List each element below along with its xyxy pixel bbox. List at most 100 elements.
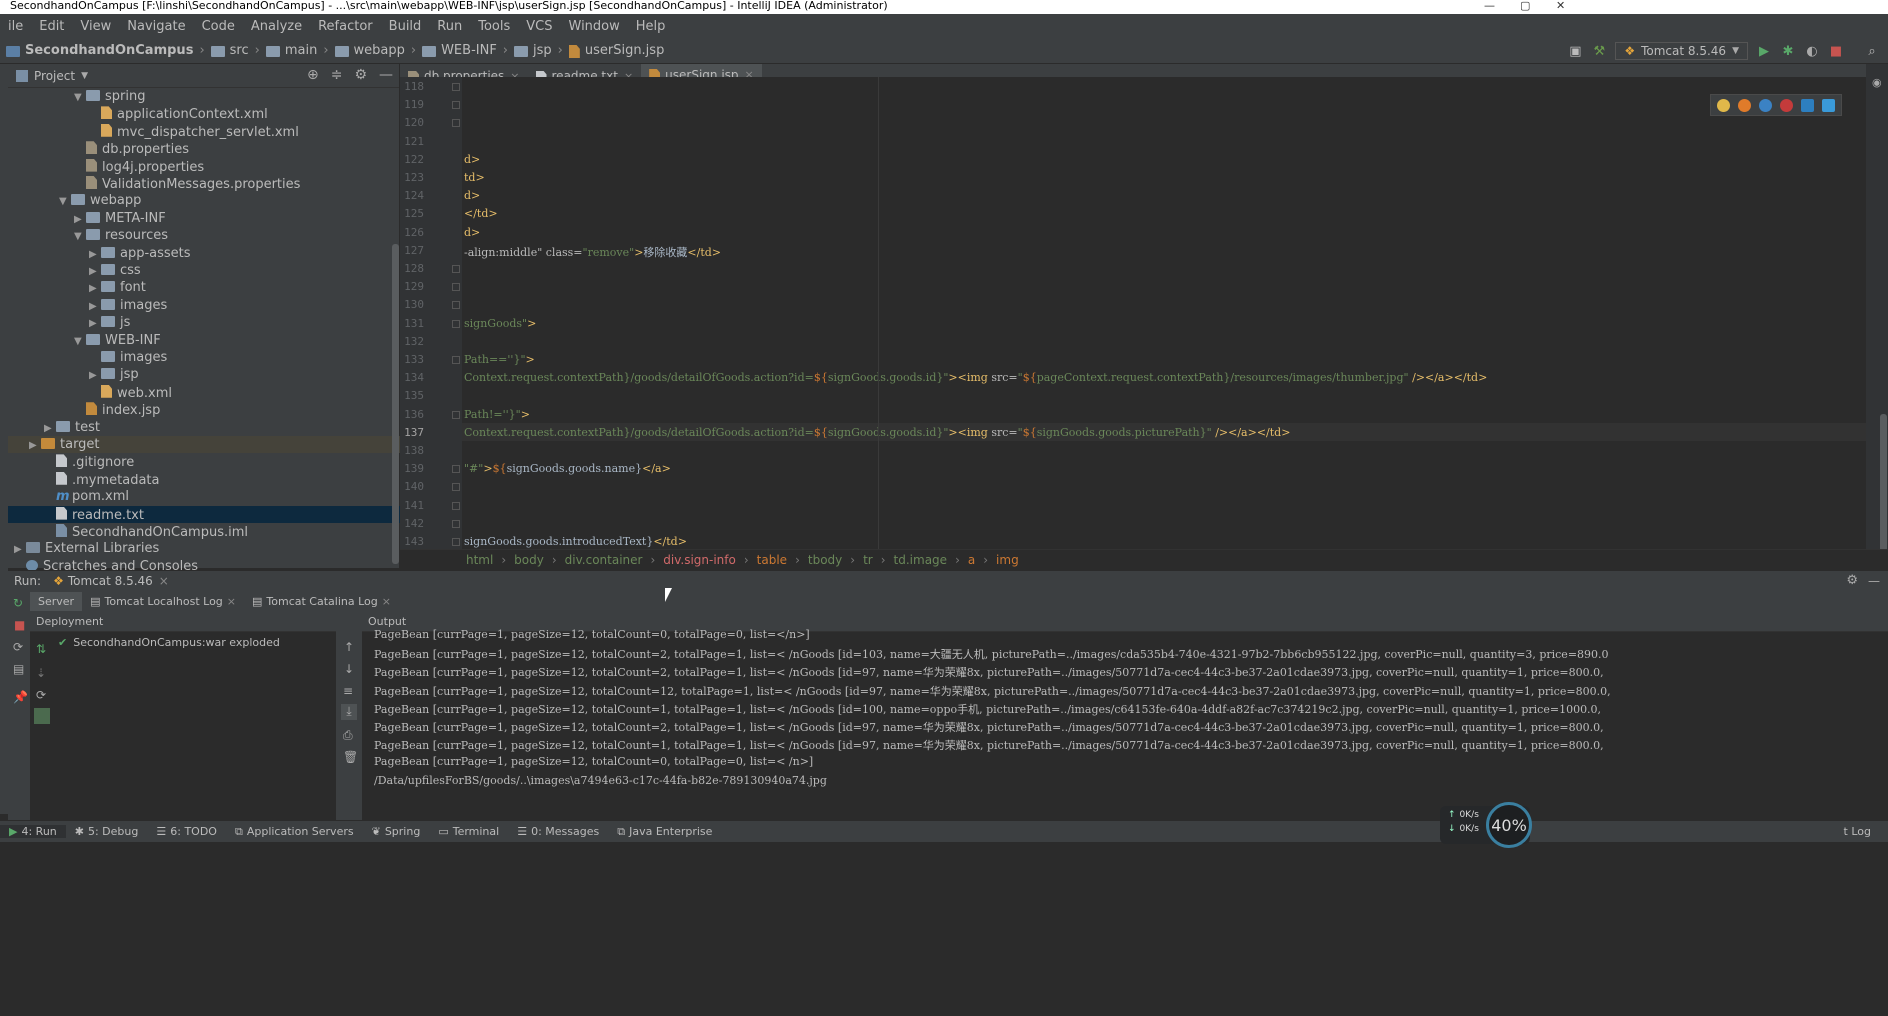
editor-breadcrumb-item[interactable]: a xyxy=(968,553,975,567)
editor-breadcrumb-item[interactable]: table xyxy=(757,553,787,567)
tree-item[interactable]: ▼ WEB-INF xyxy=(8,332,400,349)
ie-icon[interactable] xyxy=(1801,98,1814,112)
chevron-down-icon[interactable]: ▼ xyxy=(81,71,88,81)
bottom-tool-button[interactable]: ▶ 4: Run xyxy=(0,825,66,838)
fold-marker-icon[interactable] xyxy=(452,465,460,474)
tree-item[interactable]: ▶ images xyxy=(8,297,400,314)
tree-item[interactable]: .mymetadata xyxy=(8,471,400,488)
tree-item[interactable]: ▶ font xyxy=(8,279,400,296)
bottom-tool-button[interactable]: ⧉ Application Servers xyxy=(226,825,363,839)
menu-item[interactable]: Edit xyxy=(31,19,72,34)
maximize-icon[interactable]: ▢ xyxy=(1520,0,1530,12)
tree-item[interactable]: ValidationMessages.properties xyxy=(8,175,400,192)
opera-icon[interactable] xyxy=(1780,98,1793,112)
collapsed-arrow-icon[interactable]: ▶ xyxy=(89,246,101,263)
menu-item[interactable]: View xyxy=(72,19,119,34)
stop-icon[interactable]: ■ xyxy=(1828,43,1844,59)
stop-icon[interactable]: ■ xyxy=(14,618,25,632)
editor-breadcrumb-item[interactable]: td.image xyxy=(894,553,948,567)
editor-breadcrumb-item[interactable]: html xyxy=(466,553,493,567)
editor-breadcrumb-item[interactable]: img xyxy=(996,553,1019,567)
fold-marker-icon[interactable] xyxy=(452,356,460,364)
fold-marker-icon[interactable] xyxy=(452,501,460,510)
collapsed-arrow-icon[interactable]: ▶ xyxy=(89,280,101,297)
tree-item[interactable]: ▶ test xyxy=(8,419,400,436)
fold-marker-icon[interactable] xyxy=(452,519,460,528)
arrow-down-icon[interactable]: ↓ xyxy=(344,662,354,676)
run-icon[interactable]: ▶ xyxy=(1756,43,1772,59)
tree-item[interactable]: applicationContext.xml xyxy=(8,105,400,122)
tree-item[interactable]: ▶ META-INF xyxy=(8,210,400,227)
console-output[interactable]: Output PageBean [currPage=1, pageSize=12… xyxy=(362,612,1888,820)
tree-item[interactable]: readme.txt xyxy=(8,505,400,523)
update-icon[interactable]: ⟳ xyxy=(36,688,46,702)
edge-icon[interactable] xyxy=(1822,98,1835,112)
project-view-label[interactable]: Project xyxy=(34,69,75,83)
search-icon[interactable]: ⌕ xyxy=(1864,43,1880,59)
event-log-button[interactable]: t Log xyxy=(1835,825,1880,838)
collapsed-arrow-icon[interactable]: ▶ xyxy=(14,541,26,558)
inspection-eye-icon[interactable]: ◉ xyxy=(1872,76,1882,89)
project-tree-scrollbar[interactable] xyxy=(392,244,399,564)
editor-scrollbar[interactable] xyxy=(1880,414,1887,554)
fold-marker-icon[interactable] xyxy=(452,283,460,292)
open-browser-icon[interactable] xyxy=(34,708,50,724)
fold-marker-icon[interactable] xyxy=(452,101,460,110)
collapsed-arrow-icon[interactable]: ▶ xyxy=(89,315,101,332)
tree-item[interactable]: ▶ app-assets xyxy=(8,245,400,262)
run-subtab[interactable]: Server xyxy=(30,591,83,611)
tree-item[interactable]: m pom.xml xyxy=(8,488,400,505)
tree-item[interactable]: index.jsp xyxy=(8,401,400,418)
bottom-tool-button[interactable]: ☰ 0: Messages xyxy=(508,825,608,838)
tree-item[interactable]: ▶ target xyxy=(8,436,400,453)
collapsed-arrow-icon[interactable]: ▶ xyxy=(89,298,101,315)
close-icon[interactable]: × xyxy=(227,595,236,608)
layout-icon[interactable]: ▤ xyxy=(13,662,24,676)
scroll-to-end-icon[interactable]: ⤓ xyxy=(341,704,357,720)
editor-breadcrumb-item[interactable]: tbody xyxy=(808,553,842,567)
collapse-all-icon[interactable]: ≑ xyxy=(331,67,343,83)
undeploy-icon[interactable]: ⇣ xyxy=(36,666,46,680)
run-config-tab[interactable]: Tomcat 8.5.46 xyxy=(68,574,153,588)
breadcrumb-item[interactable]: jsp › xyxy=(508,43,563,58)
tree-item[interactable]: ▶ js xyxy=(8,314,400,331)
bottom-tool-button[interactable]: ✱ 5: Debug xyxy=(66,825,148,838)
debug-icon[interactable]: ✱ xyxy=(1780,43,1796,59)
menu-item[interactable]: Build xyxy=(381,19,430,34)
close-icon[interactable]: ✕ xyxy=(1556,0,1565,12)
bottom-tool-button[interactable]: ❦ Spring xyxy=(363,825,430,838)
tree-item[interactable]: ▶ jsp xyxy=(8,366,400,383)
trash-icon[interactable]: 🗑 xyxy=(343,750,358,764)
firefox-icon[interactable] xyxy=(1738,98,1751,112)
gear-icon[interactable]: ⚙ xyxy=(354,67,367,83)
run-subtab[interactable]: ▤ Tomcat Localhost Log × xyxy=(82,592,244,611)
locate-icon[interactable]: ⊕ xyxy=(307,67,319,83)
menu-item[interactable]: Run xyxy=(429,19,470,34)
code-editor[interactable]: d> td> d> </td> d> -align:middle" class="remo… xyxy=(462,77,1888,549)
safari-icon[interactable] xyxy=(1759,98,1772,112)
tree-item[interactable]: ▶ css xyxy=(8,262,400,279)
run-subtab[interactable]: ▤ Tomcat Catalina Log × xyxy=(244,592,399,611)
menu-item[interactable]: Analyze xyxy=(243,19,310,34)
menu-item[interactable]: ile xyxy=(0,19,31,34)
tree-item[interactable]: db.properties xyxy=(8,140,400,157)
deployment-item[interactable]: ✔ SecondhandOnCampus:war exploded xyxy=(58,636,280,649)
breadcrumb-item[interactable]: userSign.jsp xyxy=(563,43,664,58)
gear-icon[interactable]: ⚙ xyxy=(1846,573,1858,588)
tree-item[interactable]: images xyxy=(8,349,400,366)
editor-breadcrumb-item[interactable]: body xyxy=(514,553,544,567)
tree-item[interactable]: ▼ webapp xyxy=(8,192,400,209)
collapsed-arrow-icon[interactable]: ▶ xyxy=(89,263,101,280)
soft-wrap-icon[interactable]: ≡ xyxy=(343,684,353,698)
fold-marker-icon[interactable] xyxy=(452,319,460,328)
tree-item[interactable]: ▼ spring xyxy=(8,88,400,105)
fold-marker-icon[interactable] xyxy=(452,483,460,492)
tree-item[interactable]: web.xml xyxy=(8,384,400,401)
refresh-icon[interactable]: ⟳ xyxy=(13,640,23,654)
expanded-arrow-icon[interactable]: ▼ xyxy=(74,89,86,106)
fold-marker-icon[interactable] xyxy=(452,410,460,419)
coverage-icon[interactable]: ◐ xyxy=(1804,43,1820,59)
chrome-icon[interactable] xyxy=(1717,98,1730,112)
fold-marker-icon[interactable] xyxy=(452,538,460,546)
menu-item[interactable]: Code xyxy=(194,19,243,34)
